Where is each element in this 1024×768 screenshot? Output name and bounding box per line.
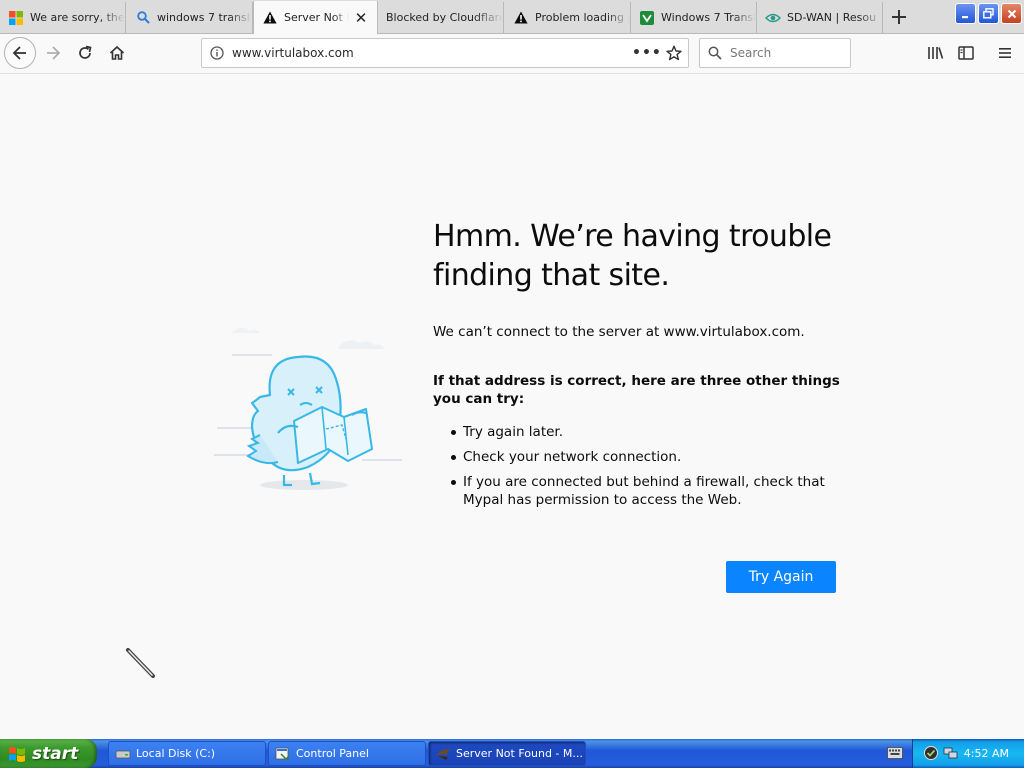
system-tray: 4:52 AM (912, 739, 1024, 768)
control-panel-icon (275, 746, 291, 762)
tab-sd-wan-resources[interactable]: SD-WAN | Resou (757, 2, 883, 33)
taskbar-item-label: Local Disk (C:) (136, 747, 216, 760)
tab-title: We are sorry, the (30, 11, 125, 24)
suggestions-list: Try again later. Check your network conn… (449, 423, 829, 516)
page-actions-icon[interactable]: ••• (632, 45, 661, 61)
suggestions-heading: If that address is correct, here are thr… (433, 373, 840, 407)
tab-title: windows 7 transl (157, 11, 250, 24)
mypal-browser-icon (435, 746, 451, 762)
tab-title: SD-WAN | Resou (787, 11, 877, 24)
back-button[interactable] (4, 37, 36, 69)
pen-cursor-icon (126, 648, 155, 678)
error-description: We can’t connect to the server at www.vi… (433, 324, 805, 340)
taskbar-item-label: Server Not Found - M... (456, 747, 583, 760)
hamburger-menu-icon (999, 48, 1011, 58)
tab-windows-7-transl[interactable]: Windows 7 Transl (631, 2, 757, 33)
tab-server-not-found[interactable]: Server Not Fo ✕ (253, 1, 378, 34)
home-button[interactable] (102, 38, 132, 68)
search-icon (135, 10, 151, 26)
url-text[interactable]: www.virtulabox.com (232, 46, 632, 60)
tab-title: Server Not Fo (284, 11, 349, 24)
tab-blocked-by-cloudflare[interactable]: Blocked by Cloudflare (378, 2, 504, 33)
site-info-icon[interactable] (202, 46, 232, 60)
sidebar-icon (958, 46, 974, 60)
bookmark-star-icon[interactable] (660, 45, 688, 61)
clock: 4:52 AM (963, 747, 1009, 760)
search-input[interactable] (730, 46, 840, 60)
suggestion-item: If you are connected but behind a firewa… (449, 473, 829, 509)
taskbar-item-local-disk[interactable]: Local Disk (C:) (108, 741, 266, 766)
library-icon (927, 47, 943, 59)
tab-title: Windows 7 Transl (661, 11, 756, 24)
error-title: Hmm. We’re having trouble finding that s… (433, 219, 832, 293)
tab-strip: We are sorry, the windows 7 transl Serve… (0, 0, 1024, 34)
close-tab-icon[interactable]: ✕ (353, 9, 369, 27)
tab-title: Blocked by Cloudflare (386, 11, 503, 24)
suggestion-item: Check your network connection. (449, 448, 829, 466)
suggestion-item: Try again later. (449, 423, 829, 441)
search-bar[interactable] (699, 38, 851, 68)
security-shield-icon[interactable] (923, 745, 939, 761)
start-label: start (32, 743, 79, 764)
green-badge-icon (639, 10, 655, 26)
reload-button[interactable] (70, 38, 100, 68)
tab-problem-loading[interactable]: Problem loading p (505, 2, 631, 33)
forward-button[interactable] (38, 38, 68, 68)
reload-icon (79, 45, 92, 59)
warning-icon (513, 10, 529, 26)
home-icon (109, 45, 125, 60)
windows-flag-icon (9, 746, 25, 762)
close-window-button[interactable] (1001, 3, 1022, 24)
lost-monster-illustration (214, 328, 402, 490)
taskbar-item-label: Control Panel (296, 747, 369, 760)
back-arrow-icon (12, 46, 26, 60)
eye-icon (765, 10, 781, 26)
new-tab-button[interactable] (886, 5, 912, 29)
library-button[interactable] (920, 38, 950, 68)
sidebar-toggle-button[interactable] (951, 38, 981, 68)
taskbar-item-control-panel[interactable]: Control Panel (268, 741, 426, 766)
restore-window-button[interactable] (978, 3, 999, 24)
taskbar-item-server-not-found[interactable]: Server Not Found - M... (428, 741, 586, 766)
navigation-toolbar: www.virtulabox.com ••• (0, 34, 1024, 74)
error-page-content: Hmm. We’re having trouble finding that s… (0, 75, 1024, 739)
tab-title: Problem loading p (535, 11, 630, 24)
search-icon (700, 46, 730, 60)
network-icon[interactable] (943, 745, 959, 761)
warning-icon (262, 10, 278, 26)
try-again-button[interactable]: Try Again (726, 561, 836, 593)
start-button[interactable]: start (0, 739, 97, 768)
tab-we-are-sorry[interactable]: We are sorry, the (0, 2, 126, 33)
keyboard-layout-icon[interactable] (887, 746, 903, 760)
drive-icon (115, 746, 131, 762)
minimize-window-button[interactable] (955, 3, 976, 24)
windows-taskbar: start Local Disk (C:) Control Panel Serv… (0, 739, 1024, 768)
microsoft-logo-icon (8, 10, 24, 26)
menu-button[interactable] (990, 38, 1020, 68)
tab-windows-7-translate[interactable]: windows 7 transl (127, 2, 253, 33)
forward-arrow-icon (47, 46, 61, 60)
address-bar[interactable]: www.virtulabox.com ••• (201, 38, 689, 68)
